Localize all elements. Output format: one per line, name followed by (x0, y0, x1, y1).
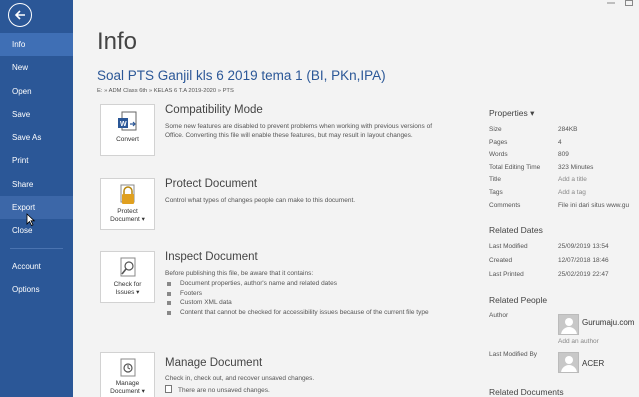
manage-doc-icon (120, 358, 135, 377)
prop-value: 4 (558, 139, 562, 146)
protect-title: Protect Document (165, 178, 258, 190)
protect-desc: Control what types of changes people can… (165, 197, 356, 204)
prop-value: 323 Minutes (558, 164, 594, 171)
nav-open[interactable]: Open (0, 80, 73, 103)
manage-desc: Check in, check out, and recover unsaved… (165, 375, 315, 382)
list-item: Custom XML data (165, 298, 445, 308)
inspect-icon (120, 257, 135, 277)
author-label: Author (489, 312, 509, 319)
date-label: Created (489, 257, 513, 264)
protect-label: Protect Document ▾ (110, 208, 145, 223)
manage-title: Manage Document (165, 357, 263, 369)
add-author-link[interactable]: Add an author (558, 338, 599, 345)
unsaved-status: There are no unsaved changes. (165, 385, 270, 394)
author-avatar (558, 314, 579, 335)
date-value: 25/09/2019 13:54 (558, 243, 609, 250)
lock-icon (120, 184, 134, 204)
prop-label: Comments (489, 202, 521, 209)
list-item: Content that cannot be checked for acces… (165, 308, 445, 318)
tags-field[interactable]: Add a tag (558, 189, 586, 196)
compat-desc: Some new features are disabled to preven… (165, 123, 432, 139)
properties-header[interactable]: Properties ▾ (489, 108, 534, 119)
inspect-bullets: Document properties, author's name and r… (165, 279, 445, 317)
mouse-cursor-icon (26, 213, 35, 226)
manage-label: Manage Document ▾ (110, 380, 145, 395)
date-value: 25/02/2019 22:47 (558, 271, 609, 278)
related-dates-header: Related Dates (489, 225, 543, 235)
check-for-issues-button[interactable]: Check for Issues ▾ (100, 251, 155, 303)
prop-label: Words (489, 151, 508, 158)
backstage-nav: Info New Open Save Save As Print Share E… (0, 33, 73, 301)
nav-divider (10, 247, 63, 249)
compat-title: Compatibility Mode (165, 104, 263, 116)
modifier-avatar (558, 352, 579, 373)
nav-save[interactable]: Save (0, 103, 73, 126)
backstage-sidebar: Info New Open Save Save As Print Share E… (0, 0, 73, 397)
list-item: Footers (165, 289, 445, 299)
document-path[interactable]: E: » ADM Class 6th » KELAS 6 T.A 2019-20… (97, 88, 234, 94)
date-label: Last Modified (489, 243, 528, 250)
document-icon (165, 385, 172, 393)
related-documents-header: Related Documents (489, 387, 564, 397)
nav-new[interactable]: New (0, 56, 73, 79)
nav-options[interactable]: Options (0, 278, 73, 301)
nav-export[interactable]: Export (0, 196, 73, 220)
check-issues-label: Check for Issues ▾ (113, 281, 142, 296)
manage-document-button[interactable]: Manage Document ▾ (100, 352, 155, 397)
nav-info[interactable]: Info (0, 33, 73, 57)
back-arrow-icon[interactable] (8, 3, 32, 27)
convert-button[interactable]: W Convert (100, 104, 155, 156)
properties-panel: Properties ▾ (489, 108, 534, 119)
svg-text:W: W (120, 121, 127, 128)
date-value: 12/07/2018 18:46 (558, 257, 609, 264)
inspect-desc: Before publishing this file, be aware th… (165, 270, 314, 277)
protect-document-button[interactable]: Protect Document ▾ (100, 178, 155, 230)
last-modified-by-name[interactable]: ACER (582, 359, 604, 368)
convert-doc-icon: W (117, 111, 136, 131)
page-title: Info (97, 28, 138, 55)
window-controls (607, 0, 633, 6)
nav-save-as[interactable]: Save As (0, 126, 73, 149)
prop-value: 284KB (558, 126, 578, 133)
prop-label: Title (489, 176, 502, 183)
comments-field[interactable]: File ini dari situs www.gu (558, 202, 629, 209)
prop-label: Total Editing Time (489, 164, 541, 171)
related-people-header: Related People (489, 295, 548, 305)
minimize-icon[interactable] (607, 0, 615, 6)
prop-label: Pages (489, 139, 508, 146)
inspect-title: Inspect Document (165, 251, 258, 263)
convert-label: Convert (116, 136, 139, 143)
prop-value: 809 (558, 151, 569, 158)
prop-label: Size (489, 126, 502, 133)
document-title: Soal PTS Ganjil kls 6 2019 tema 1 (BI, P… (97, 68, 386, 83)
list-item: Document properties, author's name and r… (165, 279, 445, 289)
nav-share[interactable]: Share (0, 173, 73, 196)
nav-print[interactable]: Print (0, 149, 73, 172)
author-name[interactable]: Gurumaju.com (582, 318, 634, 327)
nav-close[interactable]: Close (0, 219, 73, 242)
title-field[interactable]: Add a title (558, 176, 587, 183)
maximize-icon[interactable] (625, 0, 633, 6)
last-modified-by-label: Last Modified By (489, 351, 538, 358)
date-label: Last Printed (489, 271, 524, 278)
nav-account[interactable]: Account (0, 255, 73, 278)
prop-label: Tags (489, 189, 503, 196)
